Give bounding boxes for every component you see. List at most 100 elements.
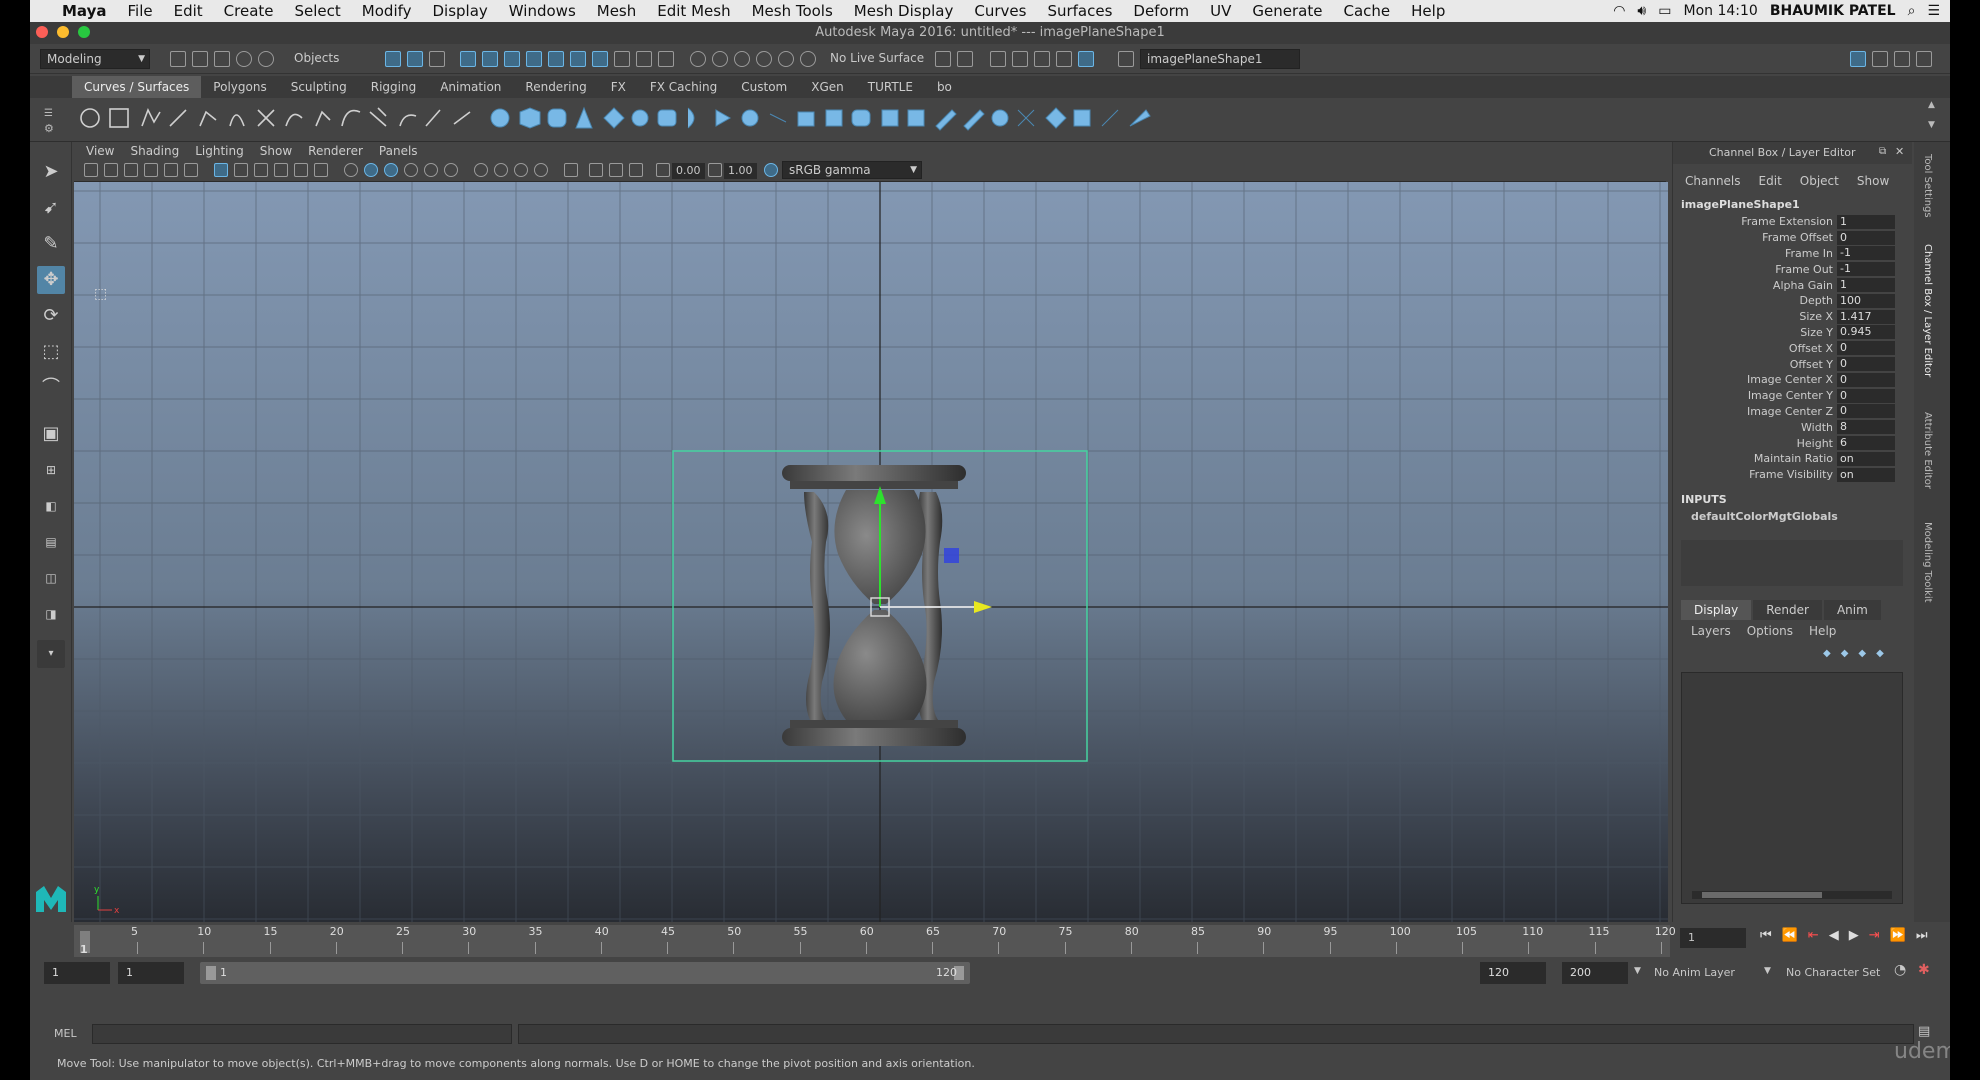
isolate-select-icon[interactable] [564, 163, 578, 177]
mask-surfaces-icon[interactable] [526, 51, 542, 67]
menu-mesh[interactable]: Mesh [597, 2, 637, 20]
select-object-icon[interactable] [407, 51, 423, 67]
range-start-handle[interactable] [206, 966, 216, 980]
redo-icon[interactable] [258, 51, 274, 67]
attribute-value[interactable]: 1 [1837, 214, 1895, 229]
rotate-tool-icon[interactable]: ⟳ [37, 302, 65, 330]
layer-menu-options[interactable]: Options [1747, 624, 1793, 638]
snap-grid-icon[interactable] [690, 51, 706, 67]
menu-generate[interactable]: Generate [1252, 2, 1322, 20]
ipr-render-icon[interactable] [1034, 51, 1050, 67]
menu-file[interactable]: File [128, 2, 153, 20]
attribute-value[interactable]: 8 [1837, 420, 1895, 435]
layer-tab-display[interactable]: Display [1681, 600, 1752, 620]
xray-icon[interactable] [589, 163, 603, 177]
attribute-value[interactable]: 0 [1837, 357, 1895, 372]
attribute-value[interactable]: 0 [1837, 404, 1895, 419]
wifi-icon[interactable]: ◠ [1613, 3, 1625, 19]
snap-view-plane-icon[interactable] [756, 51, 772, 67]
attribute-row[interactable]: Image Center Y 0 [1673, 388, 1912, 404]
resolution-gate-icon[interactable] [254, 163, 268, 177]
panel-menu-view[interactable]: View [86, 144, 114, 158]
go-to-start-icon[interactable]: ⏮ [1760, 928, 1772, 943]
menu-cache[interactable]: Cache [1343, 2, 1390, 20]
move-layer-down-icon[interactable]: ◆ [1841, 648, 1849, 659]
volume-icon[interactable]: 🔊︎ [1637, 3, 1646, 19]
attribute-value[interactable]: 0.945 [1837, 325, 1895, 340]
script-editor-icon[interactable]: ▤ [1918, 1024, 1930, 1039]
input-field-mode-icon[interactable] [1118, 51, 1134, 67]
menu-select[interactable]: Select [295, 2, 341, 20]
layout-options-icon[interactable]: ▾ [37, 640, 65, 668]
grid-toggle-icon[interactable] [214, 163, 228, 177]
color-management-icon[interactable] [764, 163, 778, 177]
float-panel-icon[interactable]: ⧉ [1879, 146, 1886, 157]
attribute-row[interactable]: Frame Out -1 [1673, 261, 1912, 277]
close-panel-icon[interactable]: ✕ [1895, 145, 1904, 158]
shelf-settings-icon[interactable]: ⚙ [44, 122, 54, 135]
attribute-row[interactable]: Image Center X 0 [1673, 372, 1912, 388]
step-back-key-icon[interactable]: ⇤ [1808, 928, 1819, 943]
select-camera-icon[interactable] [84, 163, 98, 177]
auto-key-icon[interactable]: ◔ [1894, 962, 1906, 978]
panel-menu-show[interactable]: Show [260, 144, 292, 158]
shelf-tab-sculpting[interactable]: Sculpting [279, 76, 359, 98]
battery-icon[interactable]: ▭ [1658, 3, 1671, 19]
step-forward-key-icon[interactable]: ⇥ [1869, 928, 1880, 943]
command-input[interactable] [92, 1024, 512, 1044]
attribute-value[interactable]: 1 [1837, 278, 1895, 293]
attribute-value[interactable]: -1 [1837, 246, 1895, 261]
attribute-row[interactable]: Alpha Gain 1 [1673, 277, 1912, 293]
layer-tab-render[interactable]: Render [1753, 600, 1822, 620]
step-forward-icon[interactable]: ⏩ [1890, 928, 1906, 943]
motion-blur-icon[interactable] [494, 163, 508, 177]
new-layer-selected-icon[interactable]: ◆ [1876, 648, 1884, 659]
lock-selection-icon[interactable] [636, 51, 652, 67]
chevron-down-icon[interactable]: ▼ [1634, 966, 1641, 976]
anim-layer-dropdown[interactable]: No Anim Layer [1654, 966, 1735, 979]
attribute-row[interactable]: Offset X 0 [1673, 340, 1912, 356]
exposure-field[interactable]: 0.00 [672, 163, 705, 179]
use-all-lights-icon[interactable] [424, 163, 438, 177]
mask-deformers-icon[interactable] [548, 51, 564, 67]
app-menu[interactable]: Maya [62, 2, 107, 20]
workspace-layout-4-icon[interactable] [1916, 51, 1932, 67]
last-tool-used-icon[interactable]: ⌒ [37, 374, 65, 402]
menu-create[interactable]: Create [224, 2, 274, 20]
menu-set-dropdown[interactable]: Modeling ▼ [40, 49, 150, 69]
attribute-row[interactable]: Image Center Z 0 [1673, 404, 1912, 420]
cb-menu-show[interactable]: Show [1857, 174, 1889, 198]
layer-list-scrollbar[interactable] [1692, 891, 1892, 899]
gate-mask-icon[interactable] [274, 163, 288, 177]
attribute-value[interactable]: 6 [1837, 436, 1895, 451]
shelf-tab-turtle[interactable]: TURTLE [856, 76, 925, 98]
character-set-dropdown[interactable]: No Character Set [1786, 966, 1880, 979]
menu-mesh-tools[interactable]: Mesh Tools [752, 2, 833, 20]
viewport-front[interactable]: y x front ⬚ [74, 182, 1668, 922]
shelf-tab-bo[interactable]: bo [925, 76, 964, 98]
hourglass-model[interactable] [782, 465, 966, 746]
attribute-value[interactable]: 100 [1837, 293, 1895, 308]
snap-point-icon[interactable] [734, 51, 750, 67]
mask-handles-icon[interactable] [460, 51, 476, 67]
menu-edit[interactable]: Edit [174, 2, 203, 20]
exposure-icon[interactable] [656, 163, 670, 177]
mask-dynamics-icon[interactable] [570, 51, 586, 67]
select-hierarchy-icon[interactable] [385, 51, 401, 67]
menu-deform[interactable]: Deform [1133, 2, 1189, 20]
animation-end-field[interactable]: 200 [1562, 962, 1628, 984]
paint-select-tool-icon[interactable]: ✎ [37, 230, 65, 258]
workspace-layout-2-icon[interactable] [1872, 51, 1888, 67]
shadows-icon[interactable] [444, 163, 458, 177]
workspace-layout-3-icon[interactable] [1894, 51, 1910, 67]
attribute-row[interactable]: Maintain Ratio on [1673, 451, 1912, 467]
layer-tab-anim[interactable]: Anim [1823, 600, 1881, 620]
attribute-value[interactable]: on [1837, 451, 1895, 466]
attribute-value[interactable]: 0 [1837, 230, 1895, 245]
save-scene-icon[interactable] [214, 51, 230, 67]
two-d-pan-zoom-icon[interactable] [164, 163, 178, 177]
chevron-down-icon[interactable]: ▼ [1764, 966, 1771, 976]
screen-space-ambient-occlusion-icon[interactable] [474, 163, 488, 177]
shelf-tab-xgen[interactable]: XGen [799, 76, 856, 98]
go-to-end-icon[interactable]: ⏭ [1916, 928, 1928, 943]
